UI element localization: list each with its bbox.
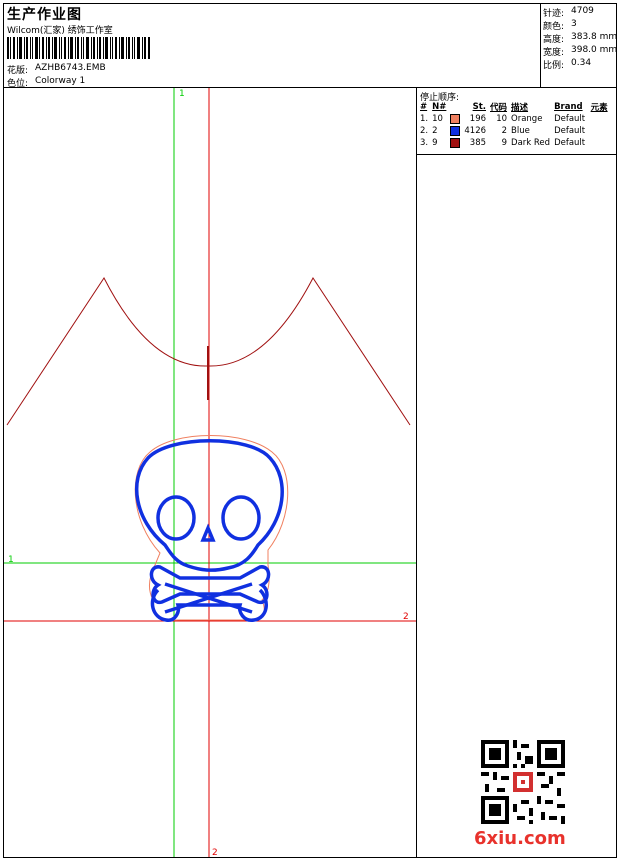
stat-width: 宽度: 398.0 mm bbox=[543, 45, 618, 58]
color-swatch-blue bbox=[450, 125, 461, 136]
color-table: # N# St. 代码 描述 Brand 元素 1. 10 196 10 Ora… bbox=[418, 101, 610, 149]
design-label: 花版: bbox=[7, 66, 29, 76]
design-canvas: 1 1 2 2 bbox=[4, 88, 416, 857]
guide-label-v2: 2 bbox=[212, 848, 218, 857]
watermark: 6xiu.com bbox=[474, 828, 566, 849]
stat-stitches: 针迹: 4709 bbox=[543, 6, 594, 19]
stat-height: 高度: 383.8 mm bbox=[543, 32, 618, 45]
page-title: 生产作业图 bbox=[7, 7, 82, 23]
table-row: 1. 10 196 10 Orange Default bbox=[420, 113, 586, 124]
color-swatch-dark-red bbox=[450, 137, 461, 148]
studio-name: Wilcom(汇家) 绣饰工作室 bbox=[7, 26, 113, 36]
table-row: 2. 2 4126 2 Blue Default bbox=[420, 125, 586, 136]
color-swatch-orange bbox=[450, 113, 461, 124]
stat-scale: 比例: 0.34 bbox=[543, 58, 592, 71]
guide-label-h1: 1 bbox=[8, 555, 14, 565]
design-filename: AZHB6743.EMB bbox=[35, 63, 106, 73]
table-row: 3. 9 385 9 Dark Red Default bbox=[420, 137, 586, 148]
guide-label-h2: 2 bbox=[403, 612, 409, 622]
stat-colors: 颜色: 3 bbox=[543, 19, 577, 32]
qr-code bbox=[481, 740, 565, 824]
colorway-value: Colorway 1 bbox=[35, 76, 86, 86]
guide-label-v1: 1 bbox=[179, 89, 185, 99]
table-divider bbox=[416, 154, 617, 155]
stats-divider bbox=[540, 3, 541, 88]
barcode bbox=[7, 37, 150, 59]
color-table-header: # N# St. 代码 描述 Brand 元素 bbox=[420, 102, 608, 113]
